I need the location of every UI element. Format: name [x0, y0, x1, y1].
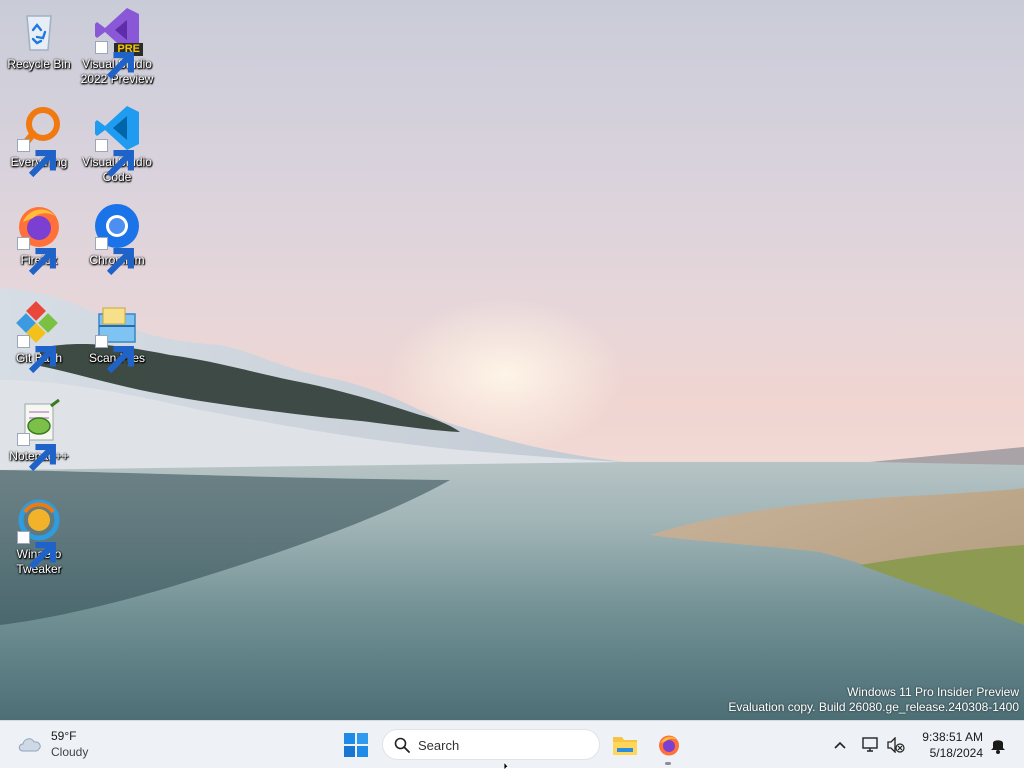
- git-bash-icon: [15, 300, 63, 374]
- running-indicator: [665, 762, 671, 765]
- watermark-build: Evaluation copy. Build 26080.ge_release.…: [728, 700, 1019, 714]
- chevron-up-icon: [834, 741, 846, 749]
- notification-center-button[interactable]: [986, 725, 1010, 765]
- desktop-icon-everything[interactable]: Everything: [0, 104, 78, 178]
- file-explorer-icon: [613, 737, 637, 755]
- watermark-edition: Windows 11 Pro Insider Preview: [847, 685, 1019, 699]
- firefox-icon: [659, 735, 679, 756]
- shortcut-arrow-icon: [17, 531, 56, 570]
- shortcut-arrow-icon: [95, 41, 134, 80]
- shortcut-arrow-icon: [17, 237, 56, 276]
- cloud-icon: [18, 738, 41, 752]
- taskbar-firefox[interactable]: [650, 725, 688, 765]
- tray-overflow-button[interactable]: [828, 725, 852, 765]
- scan-files-icon: [93, 300, 141, 374]
- taskbar-search[interactable]: Search: [382, 729, 600, 760]
- shortcut-arrow-icon: [17, 433, 56, 472]
- weather-condition: Cloudy: [51, 745, 89, 759]
- taskbar: 59°F Cloudy Search 9:38:51 AM 5/18/2024: [0, 720, 1024, 768]
- everything-search-icon: [15, 104, 63, 178]
- chromium-icon: [93, 202, 141, 276]
- desktop-icon-visual-studio-code[interactable]: Visual Studio Code: [78, 104, 156, 185]
- shortcut-arrow-icon: [95, 335, 134, 374]
- desktop-icon-label: Recycle Bin: [7, 57, 71, 71]
- shortcut-arrow-icon: [17, 139, 56, 178]
- taskbar-file-explorer[interactable]: [606, 725, 644, 765]
- clock-date: 5/18/2024: [929, 746, 983, 760]
- desktop[interactable]: Recycle Bin Everything Firefox Git Bash …: [0, 0, 1024, 720]
- windows-start-icon: [344, 733, 368, 757]
- desktop-icon-winaero-tweaker[interactable]: Winaero Tweaker: [0, 496, 78, 577]
- bell-icon: [991, 740, 1005, 754]
- desktop-icon-chromium[interactable]: Chromium: [78, 202, 156, 276]
- system-clock[interactable]: 9:38:51 AM 5/18/2024: [915, 729, 983, 761]
- weather-widget[interactable]: 59°F Cloudy: [14, 729, 104, 761]
- start-button[interactable]: [338, 725, 374, 765]
- shortcut-arrow-icon: [95, 139, 134, 178]
- visual-studio-icon: PRE: [93, 6, 143, 80]
- vscode-icon: [93, 104, 141, 178]
- search-icon: [394, 737, 410, 753]
- desktop-icon-git-bash[interactable]: Git Bash: [0, 300, 78, 374]
- desktop-icon-firefox[interactable]: Firefox: [0, 202, 78, 276]
- tray-network-volume[interactable]: [856, 725, 910, 765]
- notepad-plus-plus-icon: [15, 398, 63, 472]
- desktop-icon-visual-studio-2022-preview[interactable]: PRE Visual Studio 2022 Preview: [78, 6, 156, 87]
- shortcut-arrow-icon: [17, 335, 56, 374]
- search-placeholder: Search: [418, 738, 460, 753]
- firefox-icon: [15, 202, 63, 276]
- evaluation-watermark: Windows 11 Pro Insider Preview Evaluatio…: [728, 685, 1019, 715]
- clock-time: 9:38:51 AM: [922, 730, 983, 744]
- weather-temperature: 59°F: [51, 729, 77, 743]
- recycle-bin-icon: [15, 6, 63, 54]
- winaero-tweaker-icon: [15, 496, 63, 570]
- mouse-cursor-icon: [504, 762, 512, 770]
- desktop-icon-scan-files[interactable]: Scan Files: [78, 300, 156, 374]
- desktop-icon-notepad-plus-plus[interactable]: Notepad++: [0, 398, 78, 472]
- network-icon: [862, 737, 878, 752]
- shortcut-arrow-icon: [95, 237, 134, 276]
- volume-muted-icon: [887, 737, 905, 753]
- desktop-icon-recycle-bin[interactable]: Recycle Bin: [0, 6, 78, 72]
